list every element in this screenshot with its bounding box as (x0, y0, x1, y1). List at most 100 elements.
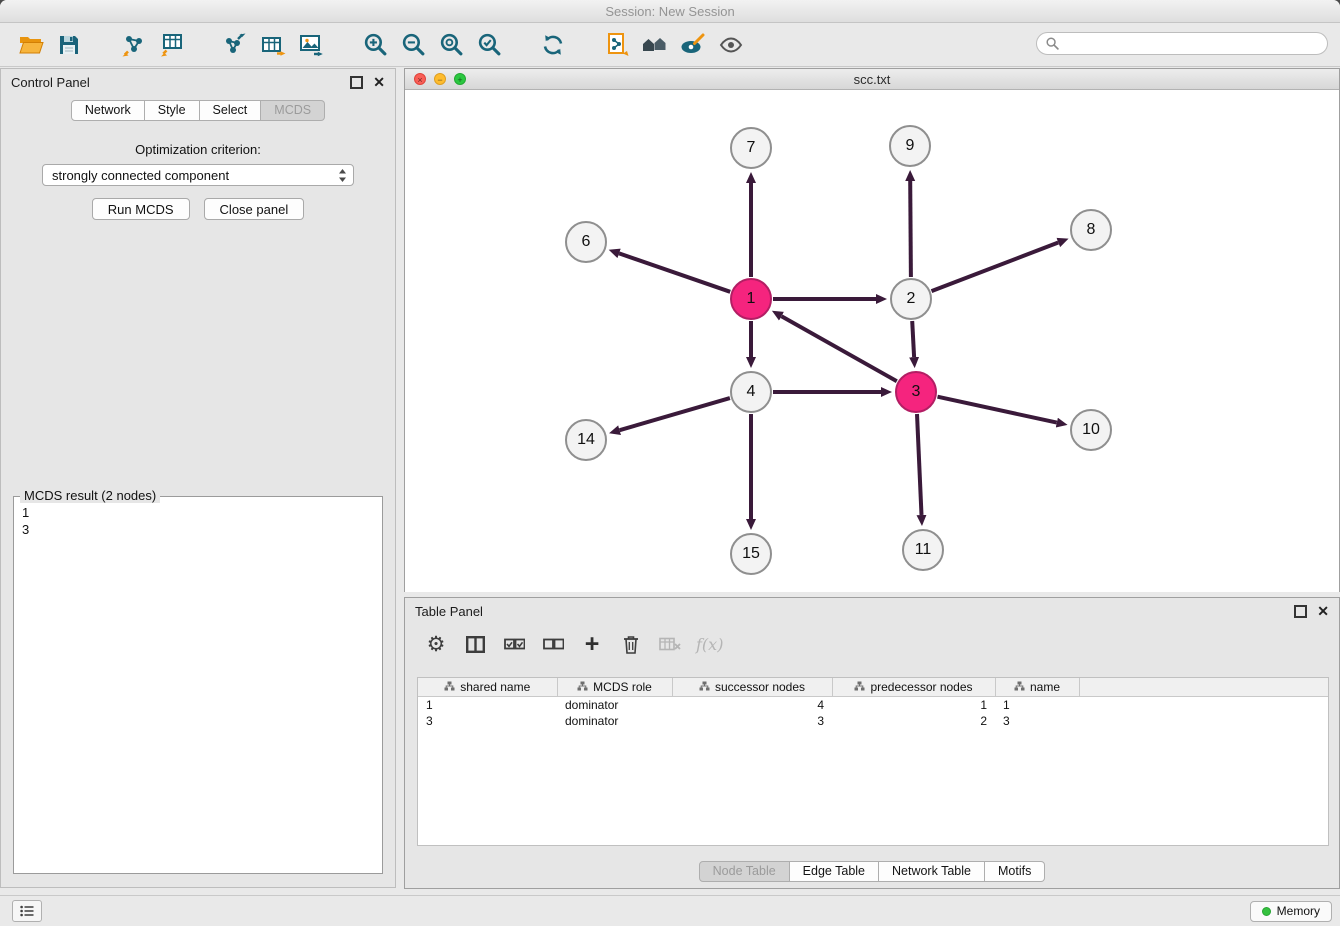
graph-node-1[interactable]: 1 (730, 278, 772, 320)
network-canvas[interactable]: 7 9 6 8 1 2 4 3 14 10 15 11 (405, 90, 1339, 592)
edge-2-3[interactable] (912, 321, 914, 357)
graph-node-11[interactable]: 11 (902, 529, 944, 571)
memory-button[interactable]: Memory (1250, 901, 1332, 922)
add-column-icon[interactable]: + (579, 630, 605, 658)
column-browser-icon[interactable] (462, 630, 488, 658)
mcds-result-title: MCDS result (2 nodes) (20, 488, 160, 503)
import-network-icon[interactable] (118, 30, 148, 60)
graph-node-15[interactable]: 15 (730, 533, 772, 575)
graph-node-4[interactable]: 4 (730, 371, 772, 413)
save-session-icon[interactable] (54, 30, 84, 60)
tab-mcds[interactable]: MCDS (261, 100, 325, 121)
zoom-in-icon[interactable] (360, 30, 390, 60)
column-header-MCDS-role[interactable]: MCDS role (557, 678, 672, 697)
column-header-name[interactable]: name (995, 678, 1079, 697)
column-header-successor-nodes[interactable]: successor nodes (672, 678, 832, 697)
edge-3-11[interactable] (917, 414, 922, 515)
minimize-window-icon[interactable]: − (434, 73, 446, 85)
zoom-fit-icon[interactable] (436, 30, 466, 60)
search-input[interactable] (1064, 36, 1318, 52)
sort-icon (699, 680, 710, 694)
edge-1-6[interactable] (619, 253, 730, 291)
table-panel-title: Table Panel (415, 604, 1294, 619)
cell-mcds-role[interactable]: dominator (557, 713, 672, 729)
cell-name[interactable]: 3 (995, 713, 1079, 729)
cell-successor-nodes[interactable]: 4 (672, 697, 832, 714)
edge-3-1[interactable] (782, 316, 897, 381)
close-panel-icon[interactable]: ✕ (373, 75, 385, 89)
edge-4-14[interactable] (620, 398, 730, 430)
table-panel-header: Table Panel ✕ (405, 598, 1339, 624)
dropdown-arrows-icon (338, 168, 347, 183)
home-network-icon[interactable] (640, 30, 670, 60)
float-table-panel-icon[interactable] (1294, 605, 1307, 618)
window-titlebar: Session: New Session (0, 0, 1340, 23)
refresh-view-icon[interactable] (538, 30, 568, 60)
zoom-out-icon[interactable] (398, 30, 428, 60)
export-table-icon[interactable] (258, 30, 288, 60)
optimization-dropdown[interactable]: strongly connected component (42, 164, 354, 186)
close-panel-button[interactable]: Close panel (204, 198, 305, 220)
graph-node-10[interactable]: 10 (1070, 409, 1112, 451)
tab-style[interactable]: Style (145, 100, 200, 121)
graph-node-14[interactable]: 14 (565, 419, 607, 461)
cell-predecessor-nodes[interactable]: 2 (832, 713, 995, 729)
graph-node-8[interactable]: 8 (1070, 209, 1112, 251)
open-session-icon[interactable] (16, 30, 46, 60)
search-box[interactable] (1036, 32, 1328, 55)
open-network-document-icon[interactable] (602, 30, 632, 60)
mcds-result-line: 3 (22, 521, 374, 538)
cell-shared-name[interactable]: 1 (418, 697, 557, 714)
cell-shared-name[interactable]: 3 (418, 713, 557, 729)
graph-node-7[interactable]: 7 (730, 127, 772, 169)
task-history-button[interactable] (12, 900, 42, 922)
tab-network-table[interactable]: Network Table (879, 861, 985, 882)
close-table-panel-icon[interactable]: ✕ (1317, 604, 1329, 618)
delete-table-icon[interactable] (657, 630, 683, 658)
tab-motifs[interactable]: Motifs (985, 861, 1045, 882)
run-mcds-button[interactable]: Run MCDS (92, 198, 190, 220)
import-table-icon[interactable] (156, 30, 186, 60)
cell-empty[interactable] (1079, 713, 1329, 729)
graph-node-3[interactable]: 3 (895, 371, 937, 413)
graph-node-9[interactable]: 9 (889, 125, 931, 167)
application-window: Session: New Session (0, 0, 1340, 926)
close-window-icon[interactable]: × (414, 73, 426, 85)
cell-successor-nodes[interactable]: 3 (672, 713, 832, 729)
table-row[interactable]: 3dominator323 (418, 713, 1329, 729)
table-panel: Table Panel ✕ ⚙ + f(x) (404, 597, 1340, 889)
cell-predecessor-nodes[interactable]: 1 (832, 697, 995, 714)
zoom-selected-icon[interactable] (474, 30, 504, 60)
column-header-shared-name[interactable]: shared name (418, 678, 557, 697)
cell-empty[interactable] (1079, 697, 1329, 714)
dropdown-value: strongly connected component (52, 168, 338, 183)
float-panel-icon[interactable] (350, 76, 363, 89)
select-all-icon[interactable] (501, 630, 527, 658)
cell-mcds-role[interactable]: dominator (557, 697, 672, 714)
show-graphics-details-icon[interactable] (716, 30, 746, 60)
function-builder-icon[interactable]: f(x) (696, 630, 723, 658)
tab-network[interactable]: Network (71, 100, 145, 121)
tab-edge-table[interactable]: Edge Table (790, 861, 879, 882)
cell-name[interactable]: 1 (995, 697, 1079, 714)
export-image-icon[interactable] (296, 30, 326, 60)
delete-column-icon[interactable] (618, 630, 644, 658)
tab-node-table[interactable]: Node Table (699, 861, 790, 882)
table-settings-icon[interactable]: ⚙ (423, 630, 449, 658)
mcds-result-line: 1 (22, 504, 374, 521)
network-window-title: scc.txt (854, 72, 891, 87)
edge-3-10[interactable] (938, 397, 1057, 423)
tab-select[interactable]: Select (200, 100, 262, 121)
maximize-window-icon[interactable]: + (454, 73, 466, 85)
table-row[interactable]: 1dominator411 (418, 697, 1329, 714)
mcds-buttons: Run MCDS Close panel (1, 198, 395, 220)
deselect-all-icon[interactable] (540, 630, 566, 658)
edge-2-8[interactable] (932, 243, 1059, 292)
sort-icon (444, 680, 455, 694)
apply-style-icon[interactable] (678, 30, 708, 60)
graph-node-2[interactable]: 2 (890, 278, 932, 320)
edge-2-9[interactable] (910, 181, 911, 277)
graph-node-6[interactable]: 6 (565, 221, 607, 263)
column-header-predecessor-nodes[interactable]: predecessor nodes (832, 678, 995, 697)
export-network-icon[interactable] (220, 30, 250, 60)
